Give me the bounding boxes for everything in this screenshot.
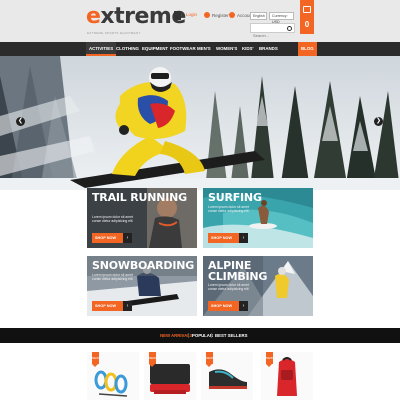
nav-item-womens[interactable]: Women's	[213, 42, 240, 56]
tab-divider	[211, 333, 212, 338]
shop-now-button[interactable]: Shop now ›	[208, 233, 248, 243]
product-card[interactable]: NEW	[261, 352, 313, 400]
new-badge: NEW	[92, 352, 99, 367]
language-select[interactable]: English	[250, 12, 267, 20]
product-card[interactable]: NEW	[201, 352, 253, 400]
currency-select[interactable]: Currency: USD	[269, 12, 294, 24]
account-icon	[229, 12, 235, 18]
nav-item-clothing[interactable]: Clothing	[113, 42, 142, 56]
arrow-right-icon: ›	[239, 301, 248, 311]
promo-title: Snowboarding	[92, 259, 195, 272]
search-box	[250, 23, 295, 40]
cart-button[interactable]: 0	[300, 0, 314, 34]
user-icon[interactable]	[174, 11, 181, 20]
shop-now-button[interactable]: Shop now ›	[92, 301, 132, 311]
hero-slider: ❮ ❯	[0, 56, 400, 190]
register-icon	[204, 12, 210, 18]
promo-surfing[interactable]: Surfing Lorem ipsum dolor sit amet conse…	[203, 188, 313, 248]
promo-text: Lorem ipsum dolor sit amet conse ctetur …	[208, 205, 249, 213]
nav-item-blog[interactable]: Blog	[298, 42, 317, 56]
shop-now-button[interactable]: Shop now ›	[208, 301, 248, 311]
slider-next-button[interactable]: ❯	[374, 117, 383, 126]
promo-text: Lorem ipsum dolor sit amet conse ctetur …	[208, 283, 249, 291]
promo-snowboarding[interactable]: Snowboarding Lorem ipsum dolor sit amet …	[87, 256, 197, 316]
tab-divider	[188, 333, 189, 338]
site-logo[interactable]: extreme	[86, 4, 186, 29]
shopping-bag-icon	[303, 6, 311, 13]
arrow-right-icon: ›	[123, 301, 132, 311]
tab-best-sellers[interactable]: Best Sellers	[215, 328, 247, 343]
nav-item-mens[interactable]: Men's	[194, 42, 214, 56]
promo-text: Lorem ipsum dolor sit amet conse ctetur …	[92, 273, 133, 281]
hero-snowboarder-image	[0, 56, 400, 190]
product-card[interactable]: NEW	[87, 352, 139, 400]
promo-alpine-climbing[interactable]: Alpine Climbing Lorem ipsum dolor sit am…	[203, 256, 313, 316]
main-nav: Activities Clothing Equipment Footwear M…	[0, 42, 400, 56]
site-tagline: EXTREME SPORTS EQUIPMENT	[87, 31, 141, 35]
tab-popular[interactable]: Popular	[192, 328, 213, 343]
arrow-right-icon: ›	[123, 233, 132, 243]
new-badge: NEW	[266, 352, 273, 367]
promo-title: Alpine Climbing	[208, 259, 268, 283]
search-icon[interactable]	[287, 26, 292, 31]
product-tabs: New Arrivals Popular Best Sellers	[0, 328, 400, 343]
register-link[interactable]: Register	[204, 12, 229, 18]
nav-item-brands[interactable]: Brands	[256, 42, 281, 56]
site-header: extreme EXTREME SPORTS EQUIPMENT Login R…	[0, 0, 400, 42]
login-link[interactable]: Login	[186, 12, 197, 17]
arrow-right-icon: ›	[239, 233, 248, 243]
cart-count: 0	[304, 20, 310, 29]
nav-item-kids[interactable]: Kids'	[239, 42, 257, 56]
product-card[interactable]: NEW	[144, 352, 196, 400]
promo-trail-running[interactable]: Trail Running Lorem ipsum dolor sit amet…	[87, 188, 197, 248]
new-badge: NEW	[206, 352, 213, 367]
promo-title: Trail Running	[92, 191, 187, 204]
promo-text: Lorem ipsum dolor sit amet conse ctetur …	[92, 215, 133, 223]
slider-prev-button[interactable]: ❮	[16, 117, 25, 126]
nav-item-activities[interactable]: Activities	[86, 42, 117, 56]
new-badge: NEW	[149, 352, 156, 367]
promo-title: Surfing	[208, 191, 262, 204]
shop-now-button[interactable]: Shop now ›	[92, 233, 132, 243]
search-input[interactable]	[251, 31, 287, 40]
